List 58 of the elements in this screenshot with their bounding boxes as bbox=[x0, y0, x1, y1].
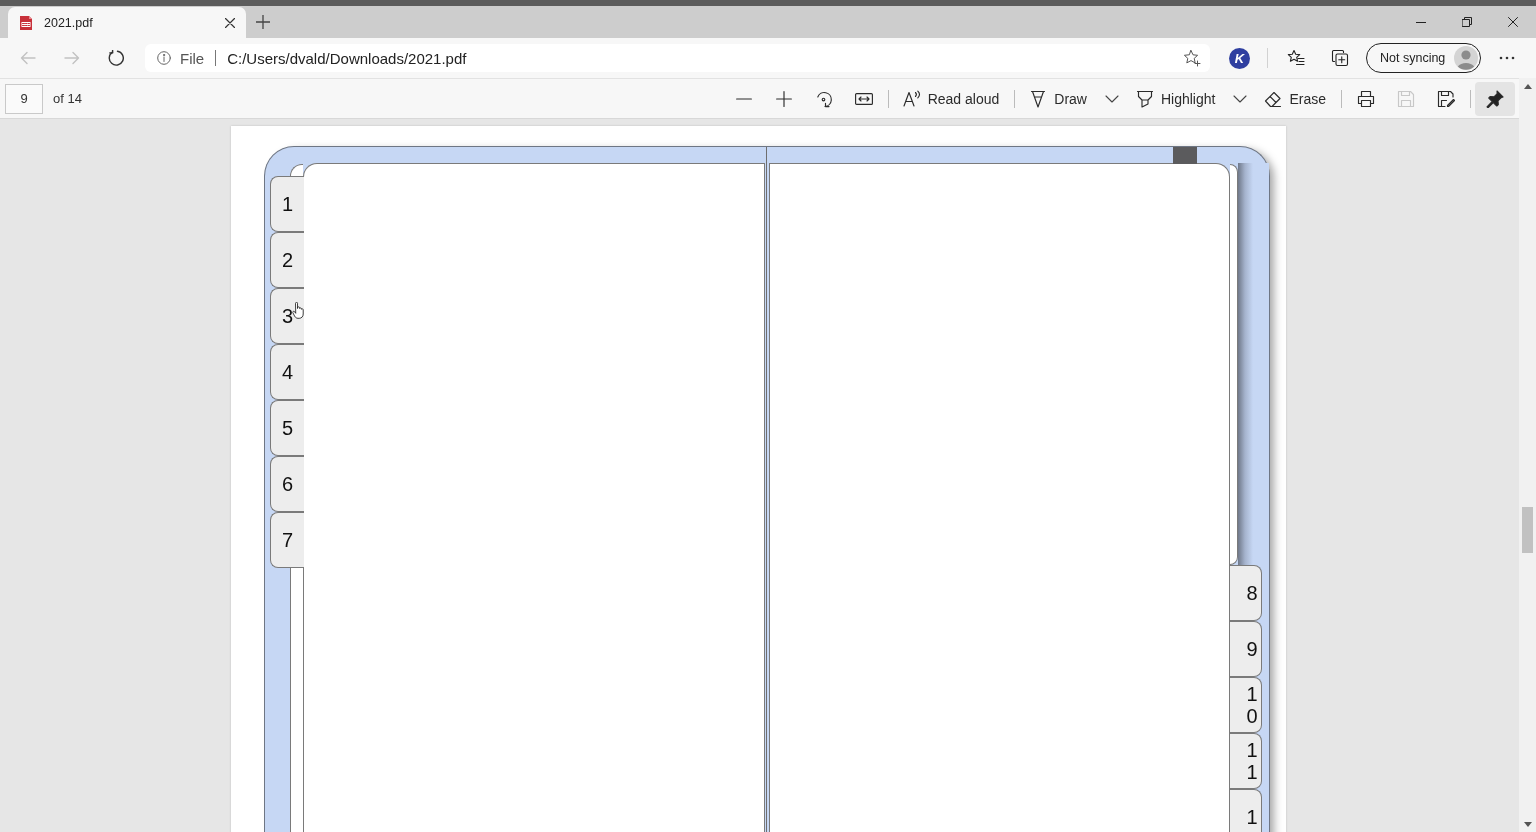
scroll-up-icon[interactable] bbox=[1523, 84, 1532, 89]
save-as-icon bbox=[1437, 89, 1455, 108]
close-icon bbox=[225, 17, 235, 28]
address-field[interactable]: File C:/Users/dvald/Downloads/2021.pdf bbox=[145, 44, 1210, 72]
read-aloud-button[interactable]: Read aloud bbox=[892, 81, 1011, 116]
index-tab[interactable]: 1 bbox=[1230, 789, 1262, 832]
close-icon bbox=[1508, 17, 1518, 27]
index-tab[interactable]: 3 bbox=[270, 288, 304, 344]
hand-cursor-icon bbox=[292, 302, 304, 319]
fit-width-icon bbox=[854, 92, 873, 105]
forward-arrow-icon bbox=[64, 50, 80, 66]
eraser-icon bbox=[1264, 89, 1283, 108]
plus-icon bbox=[256, 15, 270, 29]
vertical-scrollbar[interactable] bbox=[1519, 78, 1536, 832]
refresh-icon bbox=[108, 50, 124, 66]
erase-button[interactable]: Erase bbox=[1254, 81, 1337, 116]
highlight-button[interactable]: Highlight bbox=[1125, 81, 1227, 116]
scroll-down-icon[interactable] bbox=[1523, 822, 1532, 827]
index-tab[interactable]: 2 bbox=[270, 232, 304, 288]
pdf-file-icon bbox=[18, 14, 34, 31]
index-tab[interactable]: 1 bbox=[270, 176, 304, 232]
printer-icon bbox=[1357, 89, 1375, 108]
pen-icon bbox=[1029, 89, 1048, 108]
browser-tab[interactable]: 2021.pdf bbox=[8, 7, 246, 38]
scrollbar-thumb[interactable] bbox=[1522, 507, 1533, 553]
collections-icon bbox=[1331, 49, 1349, 67]
star-plus-icon bbox=[1183, 49, 1201, 67]
info-icon bbox=[157, 51, 171, 65]
index-tab[interactable]: 11 bbox=[1230, 733, 1262, 789]
caret-icon bbox=[1233, 94, 1248, 103]
index-tab[interactable]: 7 bbox=[270, 512, 304, 568]
caret-icon bbox=[1104, 94, 1119, 103]
more-icon bbox=[1499, 56, 1516, 60]
zoom-in-icon bbox=[775, 90, 792, 107]
highlighter-icon bbox=[1135, 89, 1154, 108]
zoom-out-icon bbox=[735, 97, 752, 100]
index-tab[interactable]: 6 bbox=[270, 456, 304, 512]
draw-button[interactable]: Draw bbox=[1019, 81, 1098, 116]
index-tab[interactable]: 8 bbox=[1230, 565, 1262, 621]
minimize-icon bbox=[1416, 21, 1426, 23]
restore-icon bbox=[1462, 17, 1472, 27]
site-info-button[interactable]: File bbox=[157, 49, 205, 67]
read-aloud-icon bbox=[902, 89, 921, 108]
save-icon bbox=[1397, 89, 1415, 108]
extension-button[interactable]: K bbox=[1229, 47, 1250, 69]
square-marker-icon bbox=[1173, 147, 1197, 164]
index-tab[interactable]: 10 bbox=[1230, 677, 1262, 733]
index-tab[interactable]: 5 bbox=[270, 400, 304, 456]
index-tab[interactable]: 4 bbox=[270, 344, 304, 400]
index-tab[interactable]: 9 bbox=[1230, 621, 1262, 677]
avatar-icon bbox=[1454, 46, 1479, 70]
favorites-icon bbox=[1287, 49, 1305, 67]
page-number-field[interactable]: 9 bbox=[5, 83, 43, 114]
page-count: of 14 bbox=[53, 91, 82, 106]
pin-icon bbox=[1486, 89, 1504, 108]
back-arrow-icon bbox=[20, 50, 36, 66]
rotate-icon bbox=[814, 89, 833, 108]
pin-toolbar-button[interactable] bbox=[1475, 81, 1515, 116]
